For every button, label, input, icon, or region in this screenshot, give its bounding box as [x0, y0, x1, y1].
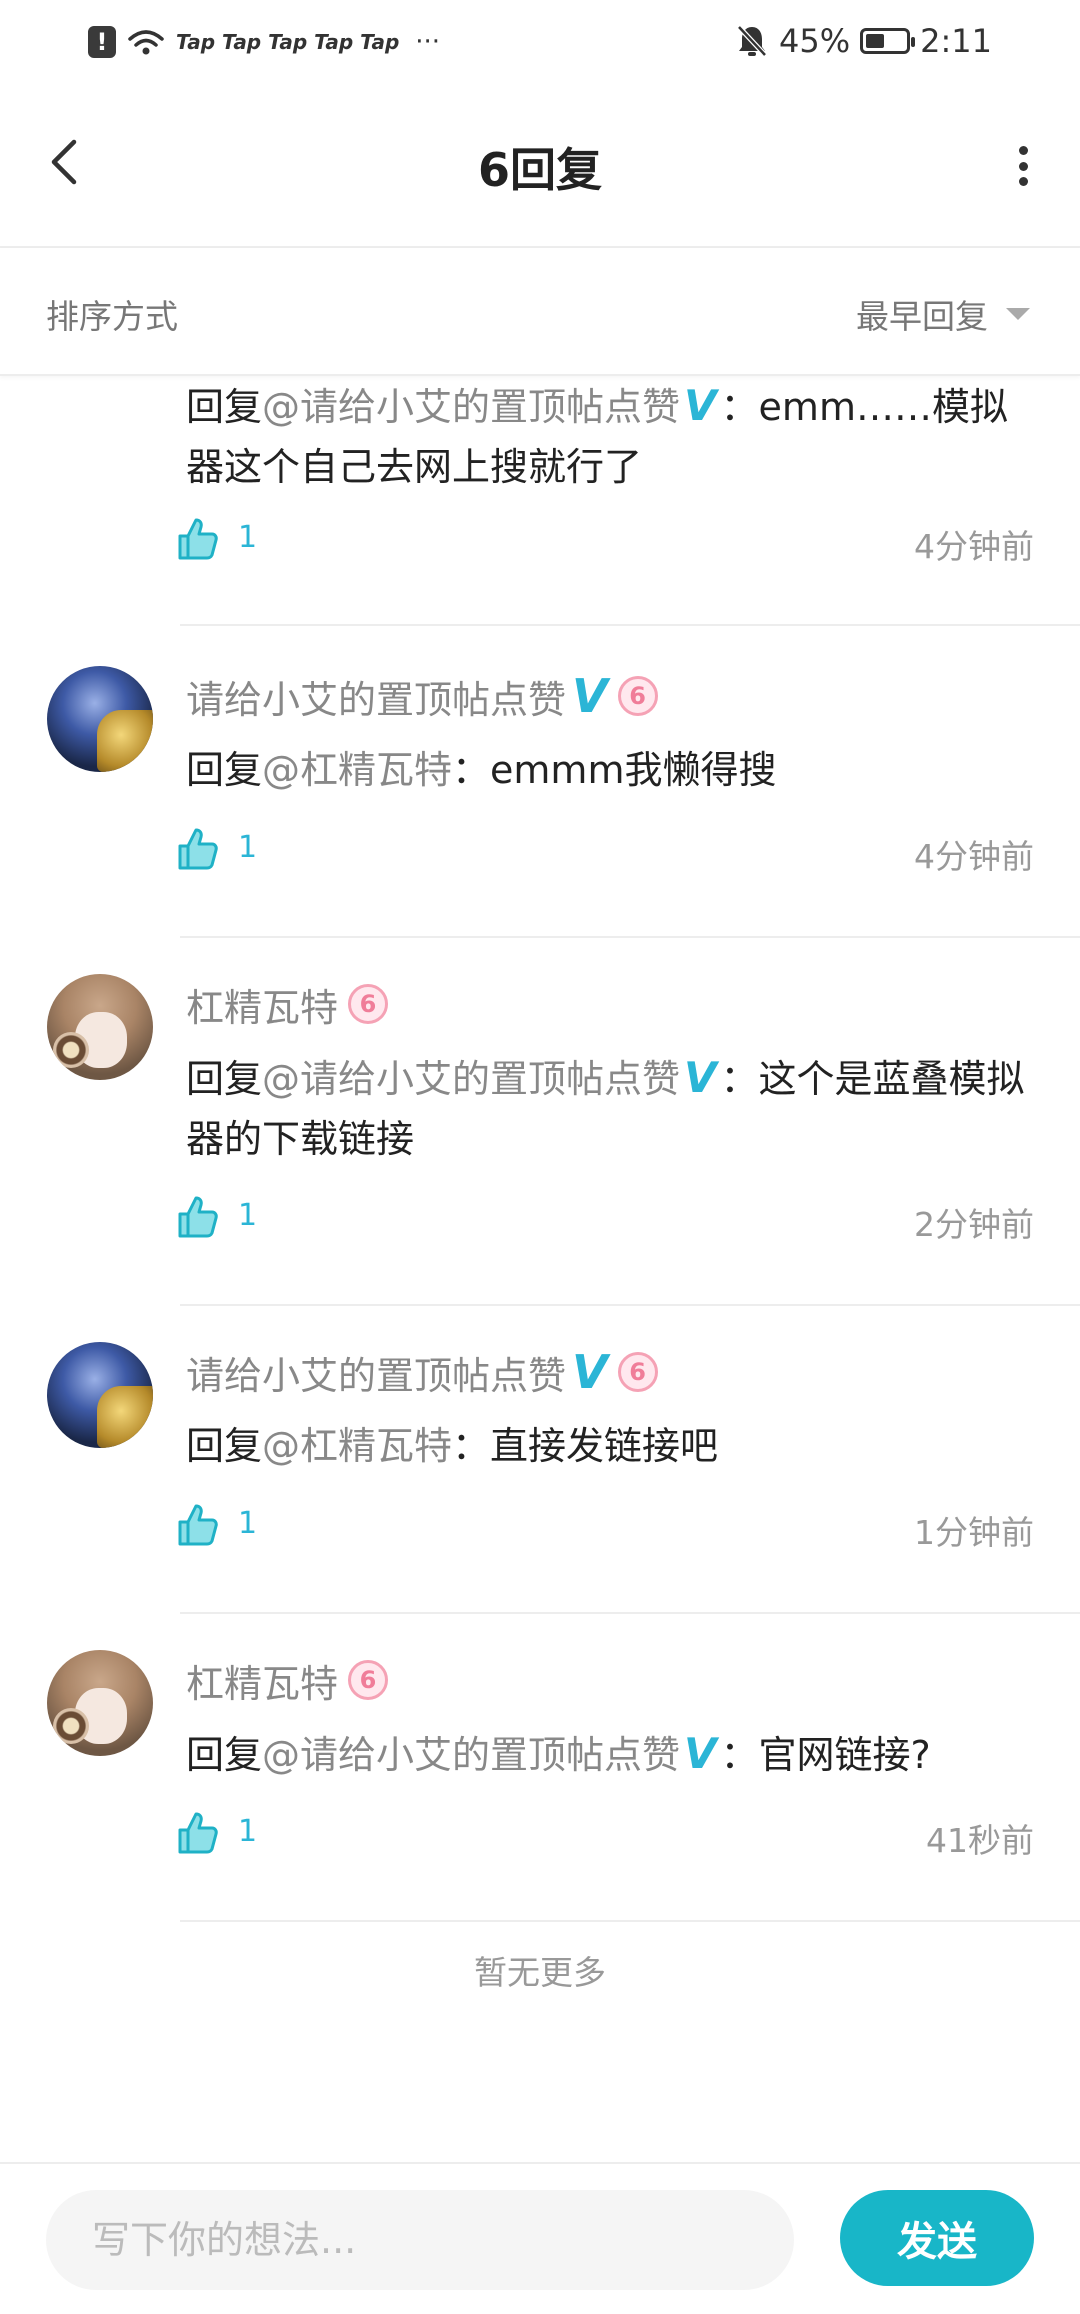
- like-row: 1 4分钟前: [174, 826, 1034, 876]
- mention-link[interactable]: @请给小艾的置顶帖点赞: [262, 1733, 680, 1777]
- list-item: 回复@请给小艾的置顶帖点赞V ：emm……模拟器这个自己去网上搜就行了 1 4分钟…: [0, 374, 1080, 664]
- username[interactable]: 请给小艾的置顶帖点赞 V 6: [186, 666, 658, 726]
- verified-icon: V: [684, 1729, 717, 1778]
- top-bar: 6回复: [0, 82, 1080, 248]
- caret-down-icon: [1006, 308, 1030, 320]
- sort-dropdown[interactable]: 最早回复: [856, 290, 1030, 338]
- status-left: ! Tap Tap Tap Tap Tap ···: [88, 22, 440, 62]
- list-item: 请给小艾的置顶帖点赞 V 6 回复@杠精瓦特：emmm我懒得搜 1 4分钟前: [0, 666, 1080, 974]
- like-row: 1 4分钟前: [174, 516, 1034, 566]
- avatar[interactable]: [47, 666, 153, 772]
- no-more-label: 暂无更多: [474, 1953, 606, 1992]
- avatar[interactable]: [47, 1650, 153, 1756]
- mention-link[interactable]: @请给小艾的置顶帖点赞: [262, 1057, 680, 1101]
- like-count: 1: [238, 830, 258, 865]
- alert-icon: !: [88, 26, 116, 58]
- more-notifications-icon: ···: [415, 27, 441, 57]
- like-row: 1 1分钟前: [174, 1502, 1034, 1552]
- battery-icon: [860, 28, 916, 54]
- status-right: 45% 2:11: [735, 18, 992, 64]
- thumbs-up-icon[interactable]: [174, 1502, 220, 1548]
- reply-list[interactable]: 回复@请给小艾的置顶帖点赞V ：emm……模拟器这个自己去网上搜就行了 1 4分钟…: [0, 374, 1080, 2164]
- reply-content: 回复@请给小艾的置顶帖点赞V ：官网链接?: [186, 1729, 931, 1778]
- verified-icon: V: [684, 1053, 717, 1102]
- thumbs-up-icon[interactable]: [174, 1194, 220, 1240]
- timestamp: 2分钟前: [914, 1205, 1034, 1244]
- verified-icon: V: [572, 1345, 608, 1399]
- thumbs-up-icon[interactable]: [174, 1810, 220, 1856]
- timestamp: 1分钟前: [914, 1513, 1034, 1552]
- divider: [180, 1612, 1080, 1614]
- wifi-icon: [128, 30, 164, 55]
- level-badge-icon: 6: [348, 984, 389, 1024]
- comment-input[interactable]: [46, 2190, 794, 2290]
- reply-content: 回复@请给小艾的置顶帖点赞V ：emm……模拟器这个自己去网上搜就行了: [186, 381, 1008, 489]
- verified-icon: V: [572, 669, 608, 723]
- reply-content: 回复@请给小艾的置顶帖点赞V ：这个是蓝叠模拟器的下载链接: [186, 1053, 1025, 1161]
- timestamp: 4分钟前: [914, 837, 1034, 876]
- avatar[interactable]: [47, 1342, 153, 1448]
- timestamp: 4分钟前: [914, 527, 1034, 566]
- username[interactable]: 杠精瓦特 6: [186, 1650, 389, 1710]
- mention-link[interactable]: @请给小艾的置顶帖点赞: [262, 385, 680, 429]
- level-badge-icon: 6: [617, 676, 658, 716]
- reply-content: 回复@杠精瓦特：直接发链接吧: [186, 1424, 719, 1468]
- clock: 2:11: [920, 22, 992, 60]
- level-badge-icon: 6: [348, 1660, 389, 1700]
- composer-bar: 发送: [0, 2162, 1080, 2314]
- divider: [180, 1920, 1080, 1922]
- send-button[interactable]: 发送: [840, 2190, 1034, 2286]
- reply-content: 回复@杠精瓦特：emmm我懒得搜: [186, 748, 777, 792]
- like-count: 1: [238, 1814, 258, 1849]
- list-item: 杠精瓦特 6 回复@请给小艾的置顶帖点赞V ：官网链接? 1 41秒前: [0, 1650, 1080, 1960]
- notification-taps: Tap Tap Tap Tap Tap: [176, 30, 400, 54]
- timestamp: 41秒前: [926, 1821, 1034, 1860]
- bell-muted-icon: [737, 25, 767, 57]
- divider: [180, 624, 1080, 626]
- divider: [180, 936, 1080, 938]
- divider: [180, 1304, 1080, 1306]
- like-row: 1 2分钟前: [174, 1194, 1034, 1244]
- avatar[interactable]: [47, 974, 153, 1080]
- like-count: 1: [238, 1198, 258, 1233]
- list-item: 杠精瓦特 6 回复@请给小艾的置顶帖点赞V ：这个是蓝叠模拟器的下载链接 1 2分钟…: [0, 974, 1080, 1344]
- verified-icon: V: [684, 381, 717, 430]
- mention-link[interactable]: @杠精瓦特: [262, 1424, 452, 1468]
- status-bar: ! Tap Tap Tap Tap Tap ··· 45% 2:11: [0, 0, 1080, 82]
- list-item: 请给小艾的置顶帖点赞 V 6 回复@杠精瓦特：直接发链接吧 1 1分钟前: [0, 1342, 1080, 1652]
- sort-selected: 最早回复: [856, 297, 988, 336]
- sort-bar: 排序方式 最早回复: [0, 248, 1080, 376]
- thumbs-up-icon[interactable]: [174, 516, 220, 562]
- username[interactable]: 杠精瓦特 6: [186, 974, 389, 1034]
- level-badge-icon: 6: [617, 1352, 658, 1392]
- username[interactable]: 请给小艾的置顶帖点赞 V 6: [186, 1342, 658, 1402]
- like-count: 1: [238, 1506, 258, 1541]
- like-count: 1: [238, 520, 258, 555]
- page-title: 6回复: [477, 143, 602, 197]
- more-vertical-icon[interactable]: [1016, 146, 1030, 186]
- mention-link[interactable]: @杠精瓦特: [262, 748, 452, 792]
- thumbs-up-icon[interactable]: [174, 826, 220, 872]
- sort-label: 排序方式: [46, 297, 178, 336]
- like-row: 1 41秒前: [174, 1810, 1034, 1860]
- battery-percent: 45%: [779, 22, 851, 60]
